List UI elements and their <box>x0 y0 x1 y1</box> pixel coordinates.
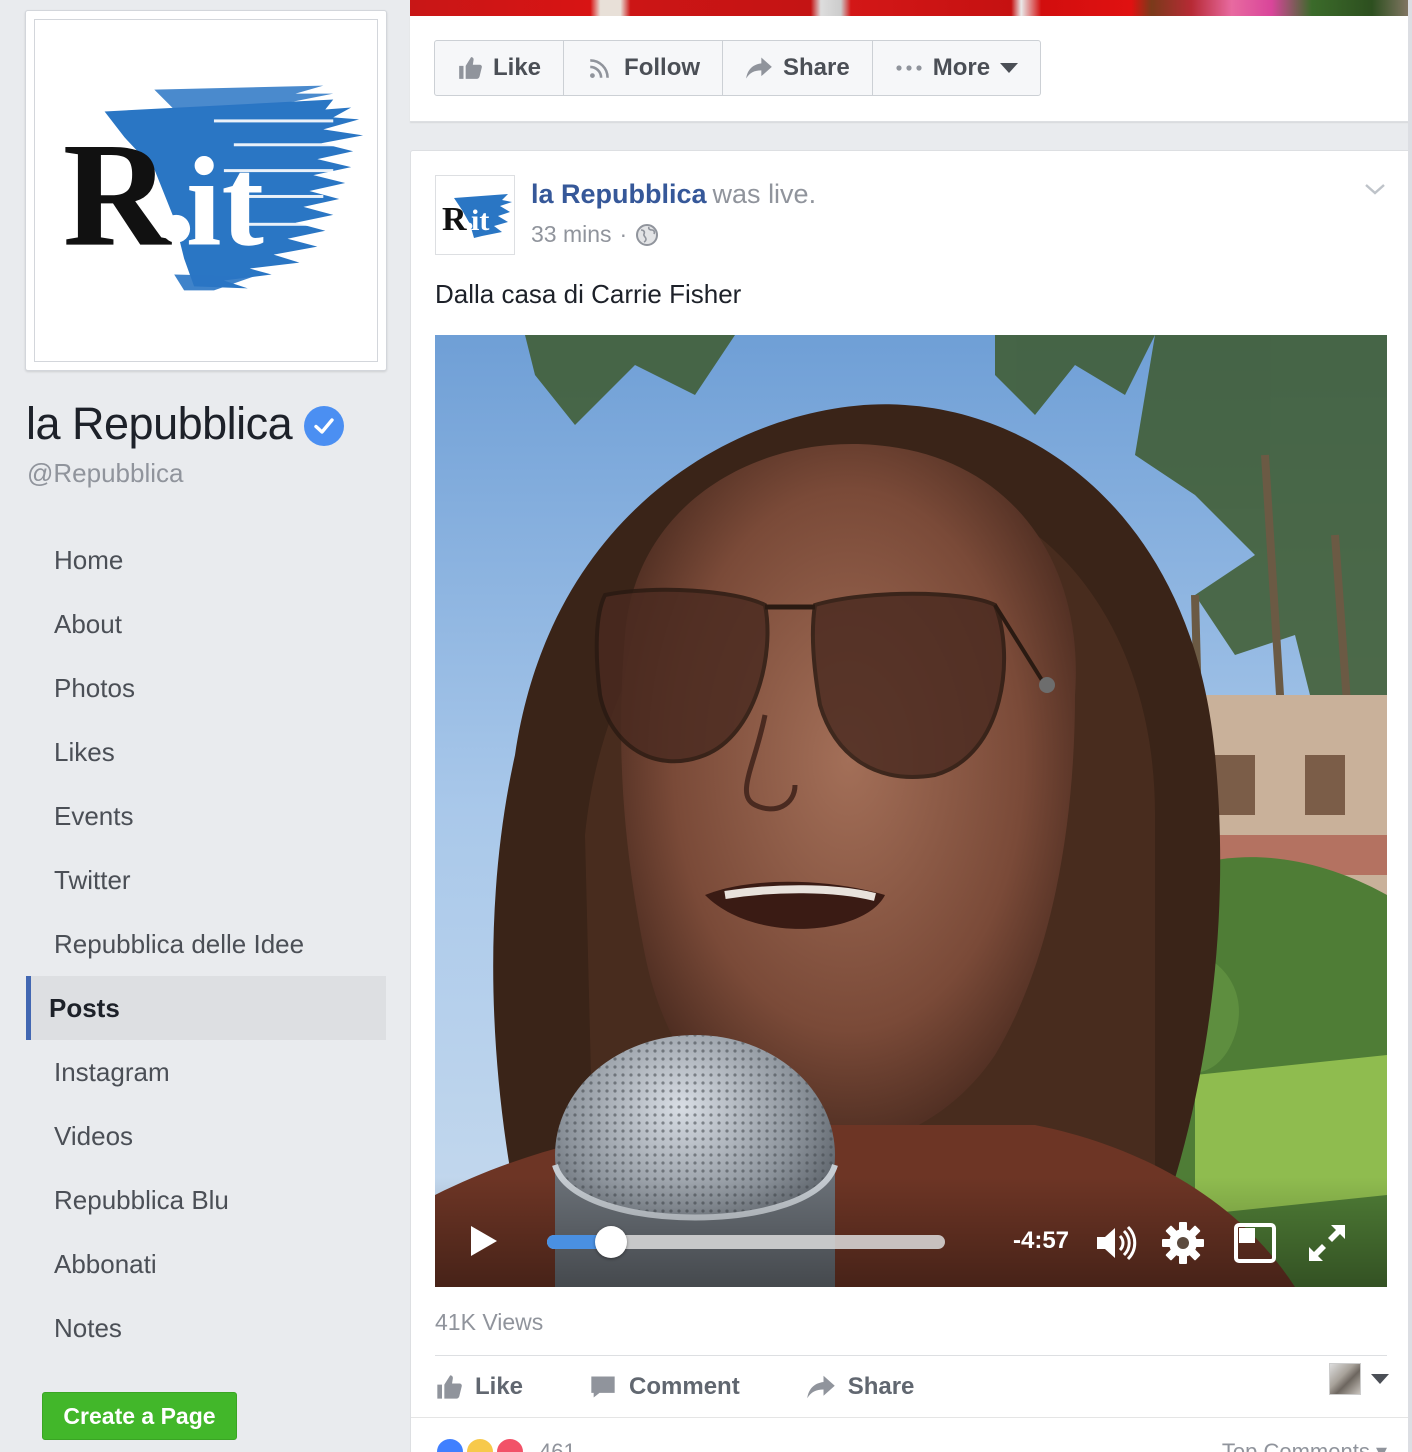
sidebar-item-abbonati[interactable]: Abbonati <box>26 1232 386 1296</box>
chevron-down-icon[interactable] <box>1363 177 1387 201</box>
video-time-remaining: -4:57 <box>1013 1227 1070 1254</box>
post-action-text: was live. <box>712 179 817 209</box>
comment-bubble-icon <box>591 1376 615 1398</box>
caret-down-icon <box>1000 63 1019 73</box>
cover-photo[interactable] <box>410 0 1412 16</box>
comment-as-selector[interactable] <box>1329 1363 1389 1395</box>
picture-in-picture-icon[interactable] <box>1233 1221 1277 1265</box>
reactions-summary[interactable]: 461 Top Comments ▾ <box>435 1437 1387 1452</box>
like-page-button[interactable]: Like <box>435 41 565 95</box>
ellipsis-icon <box>896 65 922 71</box>
share-page-button[interactable]: Share <box>723 41 873 95</box>
post-share-label: Share <box>847 1373 915 1400</box>
sidebar-item-events[interactable]: Events <box>26 784 386 848</box>
sidebar-item-home[interactable]: Home <box>26 528 386 592</box>
post-comment-label: Comment <box>629 1373 740 1400</box>
volume-icon[interactable] <box>1093 1221 1137 1265</box>
live-video-player[interactable]: -4:57 <box>435 335 1387 1287</box>
svg-text:it: it <box>471 204 489 237</box>
love-reaction-icon <box>495 1437 525 1452</box>
sidebar-item-about[interactable]: About <box>26 592 386 656</box>
post-divider <box>435 1355 1387 1356</box>
caret-down-icon <box>1371 1374 1389 1384</box>
share-arrow-icon <box>746 57 772 79</box>
post-action-bar: Like Comment Share <box>435 1365 1387 1409</box>
globe-public-icon[interactable] <box>635 223 659 247</box>
page-name-text: la Repubblica <box>26 398 293 449</box>
page-action-buttons: Like Follow Share More <box>434 40 1042 96</box>
video-scrubber-handle[interactable] <box>594 1226 627 1258</box>
sidebar-item-repubblica-blu[interactable]: Repubblica Blu <box>26 1168 386 1232</box>
profile-picture[interactable]: R it <box>25 10 387 371</box>
svg-text:it: it <box>186 132 264 273</box>
sidebar-item-notes[interactable]: Notes <box>26 1296 386 1360</box>
post-share-button[interactable]: Share <box>806 1373 915 1401</box>
sidebar-item-photos[interactable]: Photos <box>26 656 386 720</box>
more-label: More <box>932 54 991 81</box>
post-like-label: Like <box>475 1373 524 1400</box>
video-progress-bar[interactable] <box>547 1226 945 1258</box>
post-author-link[interactable]: la Repubblica <box>531 179 707 209</box>
sidebar-item-repubblica-delle-idee[interactable]: Repubblica delle Idee <box>26 912 386 976</box>
video-frame <box>435 335 1387 1287</box>
post-meta: 33 mins · <box>531 221 659 248</box>
post-like-button[interactable]: Like <box>435 1373 523 1401</box>
verified-badge-icon <box>304 406 345 446</box>
like-page-label: Like <box>493 54 542 81</box>
meta-separator: · <box>619 221 628 247</box>
scrollbar-track[interactable] <box>1408 0 1412 1452</box>
thumbs-up-icon <box>437 1375 462 1399</box>
thumbs-up-icon <box>459 57 482 79</box>
comments-sort-dropdown[interactable]: Top Comments ▾ <box>1222 1439 1387 1452</box>
post-message: Dalla casa di Carrie Fisher <box>435 279 742 309</box>
commenter-avatar <box>1329 1363 1361 1395</box>
page-title[interactable]: la Repubblica <box>26 398 345 450</box>
like-reaction-icon <box>435 1437 465 1452</box>
share-page-label: Share <box>783 54 850 81</box>
post-header: la Repubblica was live. <box>531 179 816 210</box>
video-view-count: 41K Views <box>435 1309 544 1335</box>
settings-gear-icon[interactable] <box>1161 1221 1205 1265</box>
video-controls: -4:57 <box>435 1177 1387 1287</box>
comments-sort-label: Top Comments <box>1221 1439 1370 1452</box>
create-page-button[interactable]: Create a Page <box>42 1392 237 1440</box>
sidebar-item-posts[interactable]: Posts <box>26 976 386 1040</box>
follow-page-button[interactable]: Follow <box>564 41 724 95</box>
follow-page-label: Follow <box>624 54 701 81</box>
post-card: R it la Repubblica was live. 33 mins · Da… <box>410 150 1412 1452</box>
play-icon[interactable] <box>469 1225 499 1257</box>
more-button[interactable]: More <box>873 41 1040 95</box>
reactions-divider <box>411 1417 1411 1418</box>
repubblica-logo: R it <box>63 85 364 291</box>
sidebar-nav: Home About Photos Likes Events Twitter R… <box>26 528 386 1360</box>
reaction-count: 461 <box>539 1439 576 1452</box>
share-arrow-icon <box>806 1375 835 1399</box>
post-timestamp[interactable]: 33 mins <box>531 221 612 248</box>
logo-r-text: R <box>63 113 172 278</box>
profile-picture-inner: R it <box>34 19 378 362</box>
repubblica-logo-small: R it <box>442 194 512 238</box>
svg-text:R: R <box>442 201 467 238</box>
haha-reaction-icon <box>465 1437 495 1452</box>
page-handle[interactable]: @Repubblica <box>27 458 183 489</box>
sidebar-item-instagram[interactable]: Instagram <box>26 1040 386 1104</box>
sidebar-item-twitter[interactable]: Twitter <box>26 848 386 912</box>
sidebar-item-likes[interactable]: Likes <box>26 720 386 784</box>
fullscreen-icon[interactable] <box>1305 1221 1349 1265</box>
page-actions-bar: Like Follow Share More <box>410 16 1412 122</box>
rss-follow-icon <box>590 59 609 78</box>
sidebar-item-videos[interactable]: Videos <box>26 1104 386 1168</box>
post-comment-button[interactable]: Comment <box>589 1373 740 1401</box>
post-author-avatar[interactable]: R it <box>435 175 515 255</box>
